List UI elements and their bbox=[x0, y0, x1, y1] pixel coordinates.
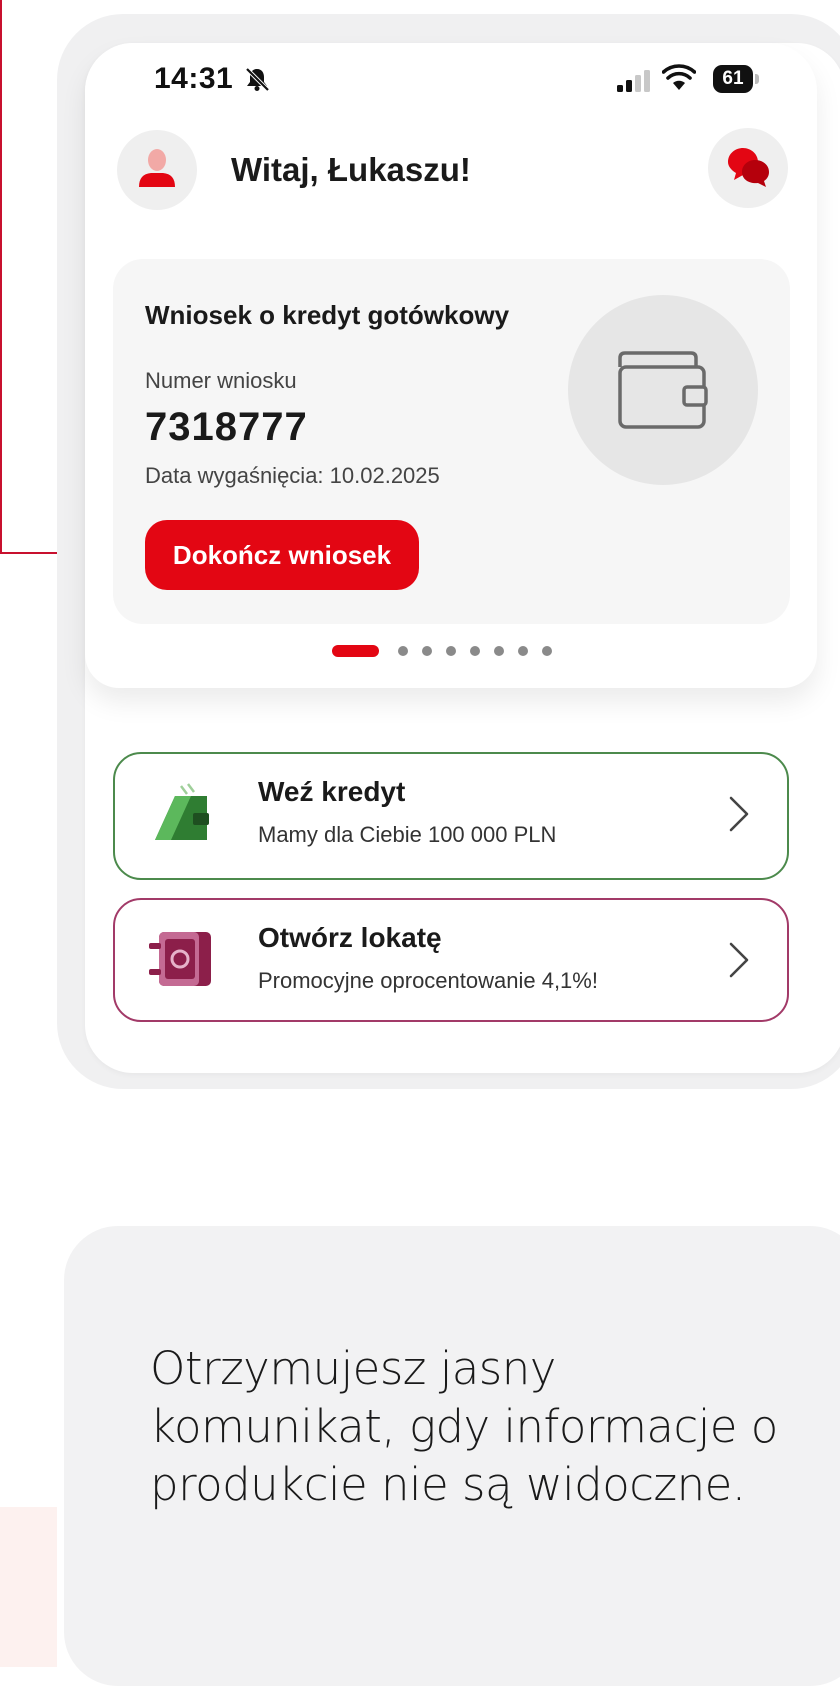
decorative-block bbox=[0, 1507, 57, 1667]
application-expiry: Data wygaśnięcia: 10.02.2025 bbox=[145, 463, 440, 488]
application-number: 7318777 bbox=[145, 405, 308, 449]
chevron-right-icon bbox=[729, 796, 749, 832]
wallet-illustration bbox=[568, 295, 758, 485]
chat-icon bbox=[728, 148, 769, 187]
bell-muted-icon bbox=[245, 67, 270, 92]
wifi-icon bbox=[662, 64, 696, 90]
pager-dot[interactable] bbox=[542, 646, 552, 656]
pager-dot-active[interactable] bbox=[332, 645, 379, 657]
wallet-icon bbox=[155, 783, 209, 840]
pager-dot[interactable] bbox=[470, 646, 480, 656]
pager-dot[interactable] bbox=[518, 646, 528, 656]
chat-button[interactable] bbox=[708, 128, 788, 208]
pager-dot[interactable] bbox=[446, 646, 456, 656]
complete-application-button[interactable]: Dokończ wniosek bbox=[145, 520, 419, 590]
avatar[interactable] bbox=[117, 130, 197, 210]
offer-title: Weź kredyt bbox=[258, 776, 406, 807]
signal-icon bbox=[617, 70, 650, 92]
info-text: Otrzymujesz jasny komunikat, gdy informa… bbox=[150, 1342, 778, 1512]
callout-line bbox=[0, 0, 2, 553]
offer-title: Otwórz lokatę bbox=[258, 922, 442, 953]
safe-icon bbox=[149, 932, 211, 986]
pager-dot[interactable] bbox=[422, 646, 432, 656]
greeting: Witaj, Łukaszu! bbox=[231, 151, 471, 188]
offer-subtitle: Promocyjne oprocentowanie 4,1%! bbox=[258, 968, 598, 993]
offer-subtitle: Mamy dla Ciebie 100 000 PLN bbox=[258, 822, 557, 847]
pager-dot[interactable] bbox=[494, 646, 504, 656]
offer-open-deposit[interactable]: Otwórz lokatę Promocyjne oprocentowanie … bbox=[113, 898, 789, 1022]
user-icon bbox=[139, 149, 175, 187]
application-number-label: Numer wniosku bbox=[145, 368, 297, 393]
offer-take-loan[interactable]: Weź kredyt Mamy dla Ciebie 100 000 PLN bbox=[113, 752, 789, 880]
wallet-icon bbox=[618, 351, 708, 429]
pager-dot[interactable] bbox=[398, 646, 408, 656]
chevron-right-icon bbox=[729, 942, 749, 978]
battery-indicator: 61 bbox=[713, 65, 753, 93]
battery-tip bbox=[755, 74, 759, 84]
status-time: 14:31 bbox=[154, 62, 234, 95]
application-title: Wniosek o kredyt gotówkowy bbox=[145, 300, 510, 330]
